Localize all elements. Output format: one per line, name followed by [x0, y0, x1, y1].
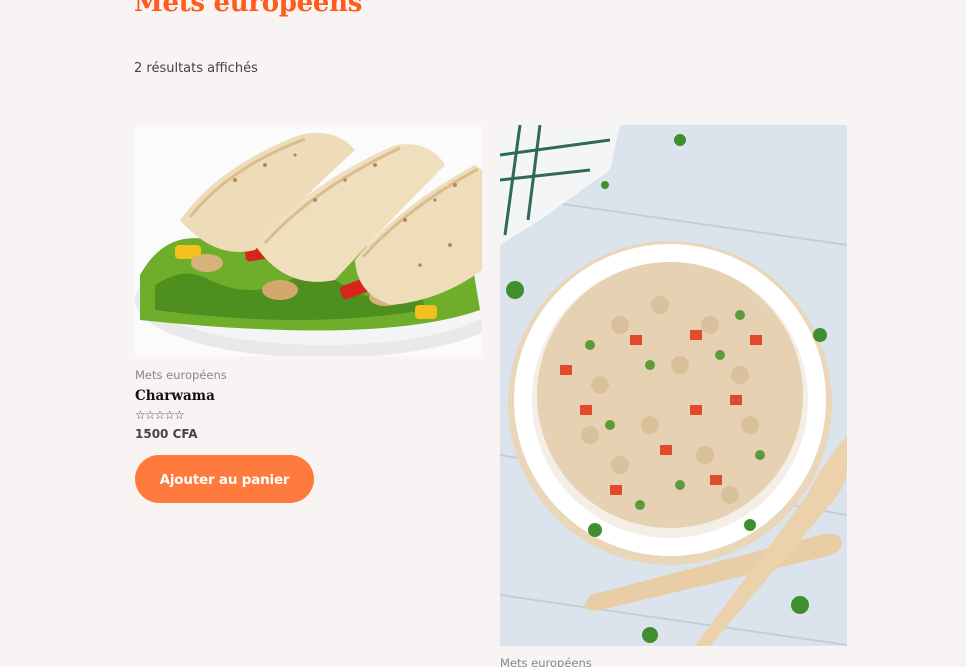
- product-image-link[interactable]: [500, 125, 847, 646]
- product-image-link[interactable]: [135, 125, 482, 356]
- product-card: Mets européens: [500, 125, 847, 667]
- product-category[interactable]: Mets européens: [135, 368, 482, 382]
- shop-page: Mets européens 2 résultats affichés Mets…: [0, 0, 966, 667]
- product-price: 1500 CFA: [135, 427, 198, 441]
- product-category[interactable]: Mets européens: [500, 656, 847, 667]
- add-to-cart-button[interactable]: Ajouter au panier: [135, 455, 314, 503]
- pasta-salad-photo: [500, 125, 847, 646]
- product-name[interactable]: Charwama: [135, 388, 482, 404]
- page-title: Mets européens: [134, 0, 363, 18]
- rating-stars-icon: ☆☆☆☆☆: [135, 408, 185, 422]
- wrap-photo: [135, 125, 482, 356]
- result-count: 2 résultats affichés: [134, 61, 258, 76]
- product-card: Mets européens Charwama ☆☆☆☆☆ 1500 CFA A…: [135, 125, 482, 503]
